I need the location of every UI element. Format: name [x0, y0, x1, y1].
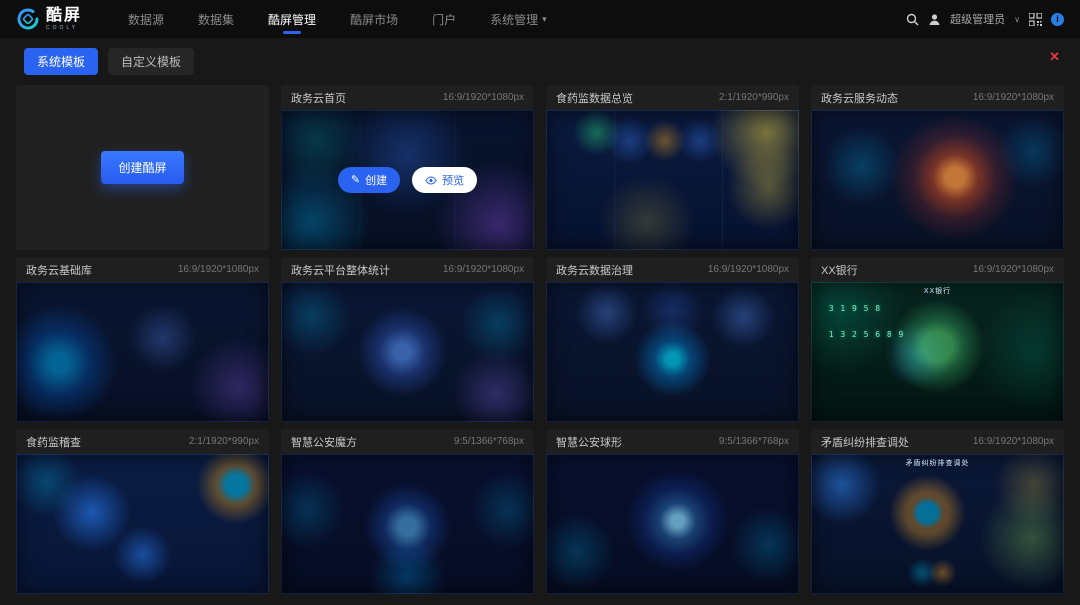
card-title: 食药监数据总览 — [556, 90, 633, 106]
card-title: 政务云首页 — [291, 90, 346, 106]
card-title: 政务云数据治理 — [556, 262, 633, 278]
edit-icon: ✎ — [351, 175, 360, 186]
thumbnail-title: 矛盾纠纷排查调处 — [906, 458, 970, 468]
template-card[interactable]: 智慧公安球形 9:5/1366*768px — [546, 429, 799, 594]
tab-系统模板[interactable]: 系统模板 — [24, 48, 98, 75]
template-grid: 创建酷屏 政务云首页 16:9/1920*1080px ✎ 创建 预览 食药监数… — [0, 81, 1080, 605]
chevron-down-icon: ▾ — [542, 14, 547, 25]
card-thumbnail[interactable] — [281, 282, 534, 422]
create-screen-card: 创建酷屏 — [16, 85, 269, 250]
card-title: 矛盾纠纷排查调处 — [821, 434, 909, 450]
eye-icon — [425, 176, 437, 185]
card-thumbnail[interactable] — [546, 454, 799, 594]
nav-item[interactable]: 酷屏管理 — [268, 0, 316, 38]
template-card[interactable]: 政务云服务动态 16:9/1920*1080px — [811, 85, 1064, 250]
card-header: 政务云平台整体统计 16:9/1920*1080px — [281, 257, 534, 282]
card-title: XX银行 — [821, 262, 858, 278]
card-thumbnail[interactable] — [16, 282, 269, 422]
card-size: 2:1/1920*990px — [189, 436, 259, 447]
card-header: 食药监稽查 2:1/1920*990px — [16, 429, 269, 454]
card-header: 食药监数据总览 2:1/1920*990px — [546, 85, 799, 110]
card-thumbnail[interactable] — [546, 282, 799, 422]
card-thumbnail[interactable]: XX银行 3 1 9 5 8 1 3 2 5 6 8 9 — [811, 282, 1064, 422]
card-size: 16:9/1920*1080px — [973, 436, 1054, 447]
template-card[interactable]: 智慧公安魔方 9:5/1366*768px — [281, 429, 534, 594]
top-navbar: 酷屏 COOLY 数据源数据集酷屏管理酷屏市场门户系统管理▾ 超级管理员 ∨ i — [0, 0, 1080, 38]
card-title: 政务云平台整体统计 — [291, 262, 390, 278]
qrcode-icon[interactable] — [1029, 13, 1042, 26]
nav-item[interactable]: 门户 — [432, 0, 456, 38]
card-title: 智慧公安魔方 — [291, 434, 357, 450]
search-icon[interactable] — [906, 13, 919, 26]
card-header: XX银行 16:9/1920*1080px — [811, 257, 1064, 282]
nav-item[interactable]: 数据源 — [128, 0, 164, 38]
template-card[interactable]: 矛盾纠纷排查调处 16:9/1920*1080px 矛盾纠纷排查调处 — [811, 429, 1064, 594]
app-subtitle: COOLY — [46, 26, 82, 31]
card-header: 政务云基础库 16:9/1920*1080px — [16, 257, 269, 282]
create-screen-button[interactable]: 创建酷屏 — [101, 151, 183, 184]
card-header: 政务云数据治理 16:9/1920*1080px — [546, 257, 799, 282]
template-card[interactable]: 政务云基础库 16:9/1920*1080px — [16, 257, 269, 422]
template-tabs-row: 系统模板自定义模板 ✕ — [0, 38, 1080, 81]
card-size: 2:1/1920*990px — [719, 92, 789, 103]
card-title: 政务云服务动态 — [821, 90, 898, 106]
user-menu[interactable]: 超级管理员 — [950, 11, 1005, 27]
card-preview-button[interactable]: 预览 — [412, 167, 477, 193]
card-title: 政务云基础库 — [26, 262, 92, 278]
card-size: 16:9/1920*1080px — [708, 264, 789, 275]
card-size: 16:9/1920*1080px — [973, 92, 1054, 103]
user-icon[interactable] — [928, 13, 941, 26]
info-icon[interactable]: i — [1051, 13, 1064, 26]
card-size: 9:5/1366*768px — [454, 436, 524, 447]
card-header: 智慧公安球形 9:5/1366*768px — [546, 429, 799, 454]
card-header: 智慧公安魔方 9:5/1366*768px — [281, 429, 534, 454]
nav-item[interactable]: 酷屏市场 — [350, 0, 398, 38]
thumbnail-counter: 3 1 9 5 8 — [829, 304, 881, 313]
topbar-right: 超级管理员 ∨ i — [906, 11, 1064, 27]
card-size: 16:9/1920*1080px — [443, 92, 524, 103]
card-thumbnail[interactable] — [16, 454, 269, 594]
card-create-button[interactable]: ✎ 创建 — [338, 167, 400, 193]
page: 酷屏 COOLY 数据源数据集酷屏管理酷屏市场门户系统管理▾ 超级管理员 ∨ i… — [0, 0, 1080, 605]
template-card[interactable]: 食药监稽查 2:1/1920*990px — [16, 429, 269, 594]
card-title: 智慧公安球形 — [556, 434, 622, 450]
nav-item[interactable]: 数据集 — [198, 0, 234, 38]
card-thumbnail[interactable] — [811, 110, 1064, 250]
chevron-down-icon[interactable]: ∨ — [1014, 15, 1020, 24]
card-thumbnail[interactable]: ✎ 创建 预览 — [281, 110, 534, 250]
template-card[interactable]: 政务云首页 16:9/1920*1080px ✎ 创建 预览 — [281, 85, 534, 250]
card-header: 政务云首页 16:9/1920*1080px — [281, 85, 534, 110]
card-size: 16:9/1920*1080px — [973, 264, 1054, 275]
template-card[interactable]: XX银行 16:9/1920*1080px XX银行 3 1 9 5 8 1 3 2… — [811, 257, 1064, 422]
app-title: 酷屏 — [46, 8, 82, 24]
card-header: 矛盾纠纷排查调处 16:9/1920*1080px — [811, 429, 1064, 454]
card-size: 16:9/1920*1080px — [178, 264, 259, 275]
card-size: 16:9/1920*1080px — [443, 264, 524, 275]
card-title: 食药监稽查 — [26, 434, 81, 450]
template-tabs: 系统模板自定义模板 — [24, 48, 194, 75]
tab-自定义模板[interactable]: 自定义模板 — [108, 48, 194, 75]
card-thumbnail[interactable] — [281, 454, 534, 594]
card-thumbnail[interactable]: 矛盾纠纷排查调处 — [811, 454, 1064, 594]
close-icon[interactable]: ✕ — [1049, 50, 1060, 63]
main-nav: 数据源数据集酷屏管理酷屏市场门户系统管理▾ — [128, 0, 547, 38]
app-logo[interactable]: 酷屏 COOLY — [16, 7, 82, 31]
card-size: 9:5/1366*768px — [719, 436, 789, 447]
template-card[interactable]: 政务云平台整体统计 16:9/1920*1080px — [281, 257, 534, 422]
card-hover-overlay: ✎ 创建 预览 — [281, 110, 534, 250]
thumbnail-counter: 1 3 2 5 6 8 9 — [829, 330, 905, 339]
thumbnail-title: XX银行 — [924, 286, 951, 296]
nav-item[interactable]: 系统管理▾ — [490, 0, 547, 38]
card-header: 政务云服务动态 16:9/1920*1080px — [811, 85, 1064, 110]
template-card[interactable]: 政务云数据治理 16:9/1920*1080px — [546, 257, 799, 422]
cooly-logo-icon — [16, 7, 40, 31]
card-thumbnail[interactable] — [546, 110, 799, 250]
template-card[interactable]: 食药监数据总览 2:1/1920*990px — [546, 85, 799, 250]
